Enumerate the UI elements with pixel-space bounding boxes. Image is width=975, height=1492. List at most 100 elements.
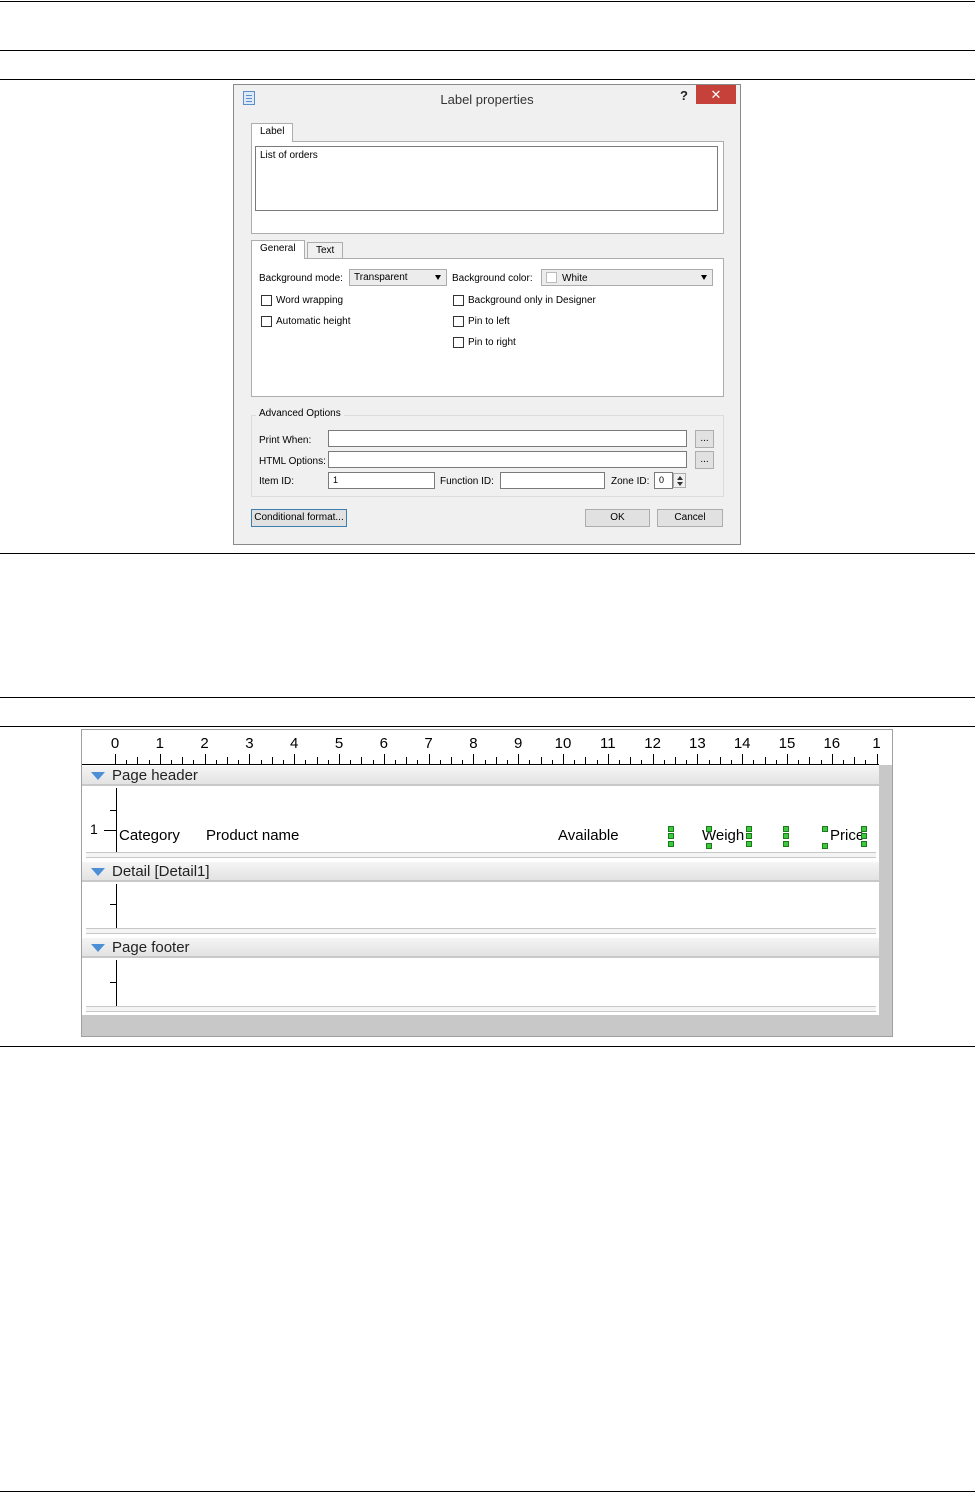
dialog-titlebar[interactable]: Label properties ? ✕: [234, 85, 740, 111]
ruler-number: 1: [155, 735, 164, 752]
page-rule-3: [0, 79, 975, 80]
background-color-select[interactable]: White: [541, 269, 713, 286]
tab-label[interactable]: Label: [251, 123, 294, 142]
collapse-triangle-icon[interactable]: [91, 772, 105, 780]
band-detail-body[interactable]: [82, 884, 879, 928]
ok-button[interactable]: OK: [585, 509, 650, 527]
ruler-tick: [540, 757, 542, 764]
ruler-number: 4: [290, 735, 299, 752]
ruler-tick: [753, 760, 755, 764]
field-price[interactable]: Price: [830, 827, 864, 844]
ruler-tick: [473, 754, 475, 764]
html-options-browse-button[interactable]: ...: [695, 451, 714, 469]
ruler-tick: [854, 757, 856, 764]
ruler-tick: [663, 760, 665, 764]
ruler-tick: [428, 754, 430, 764]
selection-handle[interactable]: [861, 833, 867, 839]
pin-right-checkbox[interactable]: [453, 337, 464, 348]
pin-left-checkbox[interactable]: [453, 316, 464, 327]
background-mode-select[interactable]: Transparent: [349, 269, 447, 286]
tab-text[interactable]: Text: [307, 242, 344, 258]
tab-general[interactable]: General: [251, 240, 305, 259]
ruler-number: 9: [514, 735, 523, 752]
ruler-tick: [406, 757, 408, 764]
field-product-name[interactable]: Product name: [206, 827, 299, 844]
ruler-tick: [171, 760, 172, 764]
field-available[interactable]: Available: [558, 827, 619, 844]
band-page-header-body[interactable]: 1 Category Product name Available Weigh …: [82, 788, 879, 852]
band-separator[interactable]: [86, 1006, 876, 1012]
page-rule-7: [0, 1046, 975, 1047]
ruler-tick: [831, 754, 833, 764]
automatic-height-checkbox[interactable]: [261, 316, 272, 327]
band-page-footer-body[interactable]: [82, 960, 879, 1006]
close-button[interactable]: ✕: [696, 85, 736, 104]
cancel-button[interactable]: Cancel: [657, 509, 723, 527]
background-color-value: White: [562, 273, 588, 284]
ruler-tick: [731, 760, 732, 764]
conditional-format-button[interactable]: Conditional format...: [251, 509, 347, 527]
selection-handle[interactable]: [861, 826, 867, 832]
ruler-tick: [675, 757, 676, 764]
ruler-tick: [126, 760, 128, 764]
zone-id-spinner[interactable]: [673, 473, 686, 488]
background-only-designer-checkbox[interactable]: [453, 295, 464, 306]
band-separator[interactable]: [86, 852, 876, 858]
band-separator[interactable]: [86, 928, 876, 934]
selection-handle[interactable]: [822, 843, 828, 849]
ruler-tick: [260, 760, 262, 764]
selection-handle[interactable]: [861, 841, 867, 847]
pin-left-label: Pin to left: [468, 316, 510, 327]
selection-handle[interactable]: [746, 826, 752, 832]
ruler-tick: [843, 760, 844, 764]
ruler-tick: [294, 754, 296, 764]
band-page-header[interactable]: Page header: [82, 766, 879, 786]
html-options-input[interactable]: [328, 451, 687, 468]
selection-handle[interactable]: [783, 833, 789, 839]
label-text-area[interactable]: List of orders: [255, 146, 718, 211]
ruler-tick: [507, 760, 508, 764]
ruler-number: 8: [469, 735, 478, 752]
help-button[interactable]: ?: [674, 87, 694, 105]
selection-handle[interactable]: [746, 833, 752, 839]
zone-id-input[interactable]: 0: [654, 472, 673, 489]
item-id-input[interactable]: 1: [328, 472, 435, 489]
ruler-number: 0: [110, 735, 120, 752]
selection-handle[interactable]: [668, 833, 674, 839]
word-wrapping-checkbox[interactable]: [261, 295, 272, 306]
selection-handle[interactable]: [706, 843, 712, 849]
function-id-input[interactable]: [500, 472, 605, 489]
ruler-tick: [305, 760, 307, 764]
print-when-input[interactable]: [328, 430, 687, 447]
selection-handle[interactable]: [668, 841, 674, 847]
selection-handle[interactable]: [706, 826, 712, 832]
ruler-tick: [607, 754, 609, 764]
ruler-tick: [697, 754, 699, 764]
vertical-ruler: [82, 884, 117, 928]
selection-handle[interactable]: [668, 826, 674, 832]
word-wrapping-label: Word wrapping: [276, 295, 344, 306]
ruler-tick: [820, 760, 822, 764]
collapse-triangle-icon[interactable]: [91, 944, 105, 952]
horizontal-scrollbar[interactable]: [82, 1015, 879, 1036]
ruler-tick: [630, 757, 632, 764]
ruler-tick: [395, 760, 396, 764]
field-category[interactable]: Category: [119, 827, 180, 844]
band-page-footer[interactable]: Page footer: [82, 938, 879, 958]
ruler-tick: [439, 760, 441, 764]
vertical-scrollbar[interactable]: [879, 765, 892, 1036]
selection-handle[interactable]: [783, 826, 789, 832]
selection-handle[interactable]: [746, 841, 752, 847]
ruler-tick: [110, 904, 116, 905]
ruler-number: 14: [733, 735, 751, 752]
collapse-triangle-icon[interactable]: [91, 868, 105, 876]
selection-handle[interactable]: [822, 826, 828, 832]
band-detail[interactable]: Detail [Detail1]: [82, 862, 879, 882]
print-when-browse-button[interactable]: ...: [695, 430, 714, 448]
selection-handle[interactable]: [783, 841, 789, 847]
zone-id-label: Zone ID:: [611, 476, 650, 487]
ruler-tick: [596, 760, 598, 764]
background-color-label: Background color:: [452, 273, 533, 284]
ruler-tick: [238, 760, 240, 764]
ruler-tick: [619, 760, 620, 764]
